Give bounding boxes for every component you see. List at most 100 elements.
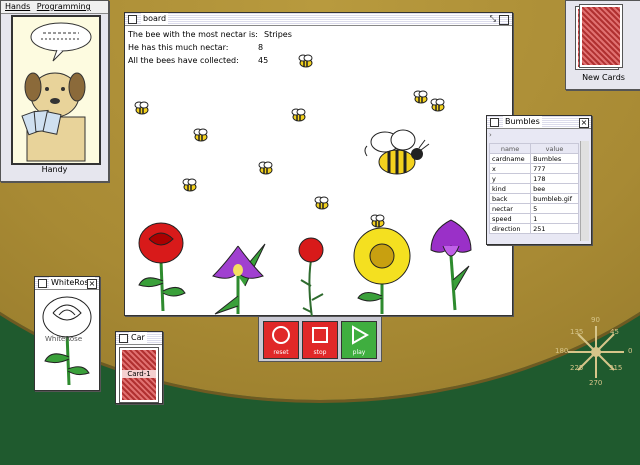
direction-compass[interactable]: 90 45 0 315 270 225 180 135: [552, 316, 638, 388]
zoom-box-icon[interactable]: [499, 15, 509, 25]
compass-135: 135: [570, 328, 584, 336]
inspector-title: Bumbles: [503, 116, 542, 128]
property-value[interactable]: bee: [530, 183, 579, 194]
property-value[interactable]: bumbleb.gif: [530, 193, 579, 204]
handy-dog-card[interactable]: [11, 15, 101, 165]
sunflower-flower[interactable]: [350, 226, 414, 316]
bee-icon[interactable]: [179, 178, 199, 193]
table-row[interactable]: speed 1: [488, 213, 579, 224]
property-name: speed: [488, 213, 532, 224]
table-row[interactable]: y 178: [488, 173, 579, 184]
stop-button[interactable]: stop: [302, 321, 338, 359]
card-1-window[interactable]: Car Card-1: [115, 331, 163, 404]
close-box-icon[interactable]: [119, 334, 128, 343]
inspector-toolbar-arrow-icon[interactable]: ›: [489, 131, 579, 141]
purple-iris-flower[interactable]: [425, 216, 477, 312]
compass-0: 0: [628, 347, 633, 355]
stat-value: Stripes: [264, 30, 292, 39]
compass-270: 270: [589, 379, 603, 387]
property-value[interactable]: Bumbles: [530, 153, 579, 164]
card-1-label: Card-1: [122, 370, 156, 378]
compass-180: 180: [555, 347, 569, 355]
deck-card-top[interactable]: [579, 4, 623, 68]
property-value[interactable]: 777: [530, 163, 579, 174]
close-box-icon[interactable]: [490, 118, 499, 127]
table-row[interactable]: direction 251: [488, 223, 579, 234]
white-rose-window[interactable]: WhiteRose × WhiteRose: [34, 276, 100, 391]
play-label: play: [352, 349, 366, 356]
table-row[interactable]: x 777: [488, 163, 579, 174]
bee-icon[interactable]: [255, 161, 275, 176]
property-name: cardname: [488, 153, 532, 164]
card-1-title: Car: [129, 332, 147, 344]
menu-programming[interactable]: Programming: [37, 2, 91, 11]
close-x-icon[interactable]: ×: [579, 118, 589, 128]
white-rose-titlebar[interactable]: WhiteRose ×: [35, 277, 99, 290]
bee-icon[interactable]: [427, 98, 447, 113]
column-header-name[interactable]: name: [488, 143, 532, 154]
new-cards-label: New Cards: [582, 73, 625, 82]
bee-icon[interactable]: [131, 101, 151, 116]
handy-label: Handy: [41, 165, 68, 174]
handy-window[interactable]: Hands Programming Handy: [0, 0, 109, 182]
iris-flower[interactable]: [205, 236, 271, 316]
stat-value: 8: [258, 43, 264, 52]
red-rose-flower[interactable]: [133, 221, 189, 313]
bee-icon[interactable]: [295, 54, 315, 69]
close-box-icon[interactable]: [38, 279, 47, 288]
new-cards-window[interactable]: New Cards: [565, 0, 640, 90]
stat-label: All the bees have collected:: [128, 56, 239, 65]
property-name: direction: [488, 223, 532, 234]
property-value[interactable]: 1: [530, 213, 579, 224]
red-tulip-flower[interactable]: [293, 236, 329, 326]
bumbles-inspector-window[interactable]: Bumbles × › name value cardname Bumbles x…: [486, 115, 592, 245]
playback-controls: reset stop play: [258, 316, 382, 362]
resize-icon[interactable]: ⤡: [490, 13, 496, 25]
compass-90: 90: [591, 316, 600, 324]
handy-menubar: Hands Programming: [1, 1, 108, 14]
compass-45: 45: [610, 328, 619, 336]
board-titlebar[interactable]: board ⤡: [125, 13, 512, 26]
bumblebee-icon[interactable]: [361, 126, 433, 184]
stat-line-3: All the bees have collected: 45: [128, 56, 268, 65]
stat-label: The bee with the most nectar is:: [128, 30, 258, 39]
table-row[interactable]: nectar 5: [488, 203, 579, 214]
property-value[interactable]: 251: [530, 223, 579, 234]
inspector-scrollbar[interactable]: [580, 141, 589, 241]
play-icon: [352, 325, 370, 345]
reset-button[interactable]: reset: [263, 321, 299, 359]
card-table: Hands Programming Handy New Cards board …: [0, 0, 640, 465]
property-name: kind: [488, 183, 532, 194]
white-rose-caption: WhiteRose: [45, 335, 83, 343]
property-name: x: [488, 163, 532, 174]
bee-icon[interactable]: [311, 196, 331, 211]
table-row[interactable]: cardname Bumbles: [488, 153, 579, 164]
reset-icon: [272, 326, 290, 344]
menu-hands[interactable]: Hands: [5, 2, 30, 11]
stat-line-2: He has this much nectar: 8: [128, 43, 263, 52]
bee-icon[interactable]: [190, 128, 210, 143]
close-box-icon[interactable]: [128, 15, 137, 24]
property-value[interactable]: 5: [530, 203, 579, 214]
property-value[interactable]: 178: [530, 173, 579, 184]
compass-225: 225: [570, 364, 584, 372]
compass-315: 315: [609, 364, 623, 372]
column-header-value[interactable]: value: [530, 143, 579, 154]
table-row[interactable]: kind bee: [488, 183, 579, 194]
inspector-titlebar[interactable]: Bumbles ×: [487, 116, 591, 129]
board-title: board: [141, 13, 169, 25]
bee-icon[interactable]: [288, 108, 308, 123]
card-1-titlebar[interactable]: Car: [116, 332, 162, 345]
dog-illustration: [21, 22, 92, 162]
table-header-row: name value: [488, 143, 579, 154]
reset-label: reset: [273, 349, 289, 356]
card-back[interactable]: Card-1: [119, 347, 159, 403]
play-button[interactable]: play: [341, 321, 377, 359]
close-x-icon[interactable]: ×: [87, 279, 97, 289]
property-name: y: [488, 173, 532, 184]
board-window[interactable]: board ⤡ The bee with the most nectar is:…: [124, 12, 513, 325]
stop-icon: [312, 327, 328, 343]
table-row[interactable]: back bumbleb.gif: [488, 193, 579, 204]
stat-line-1: The bee with the most nectar is: Stripes: [128, 30, 292, 39]
property-name: back: [488, 193, 532, 204]
